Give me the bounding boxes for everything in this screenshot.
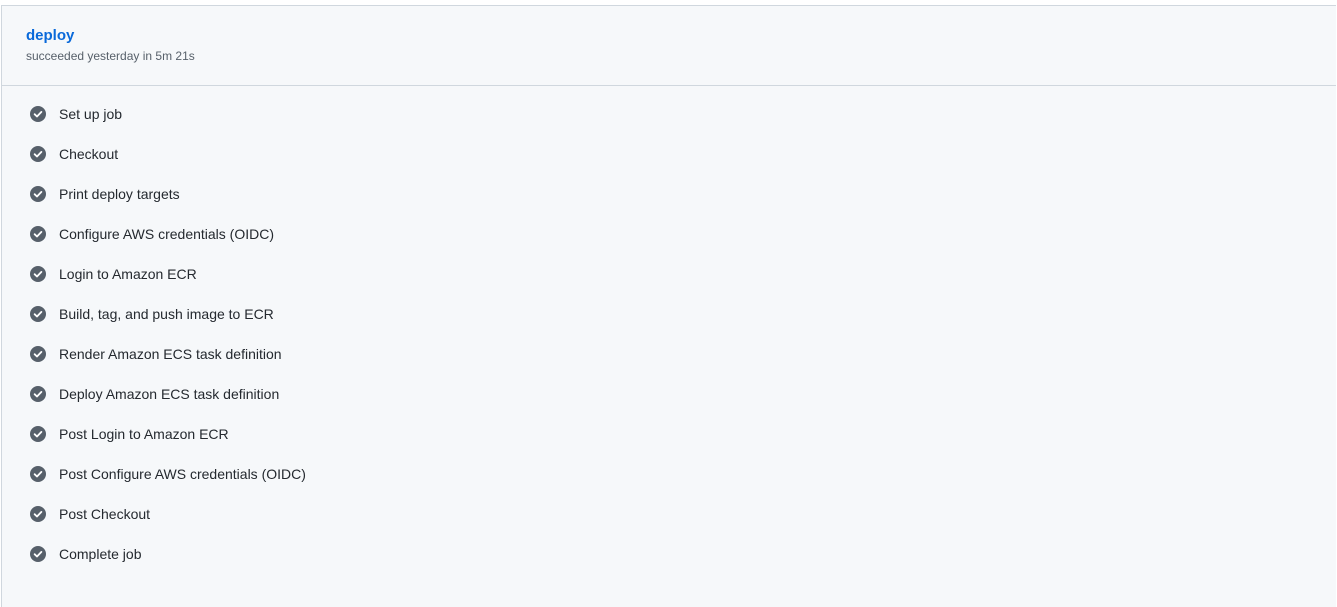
check-circle-icon [30,146,46,162]
job-panel: deploy succeeded yesterday in 5m 21s Set… [1,5,1336,607]
step-row[interactable]: Post Checkout [2,494,1336,534]
job-header: deploy succeeded yesterday in 5m 21s [2,6,1336,86]
check-circle-icon [30,266,46,282]
step-label: Render Amazon ECS task definition [59,346,282,362]
step-row[interactable]: Deploy Amazon ECS task definition [2,374,1336,414]
step-label: Set up job [59,106,123,122]
check-circle-icon [30,346,46,362]
step-row[interactable]: Set up job [2,94,1336,134]
step-label: Post Login to Amazon ECR [59,426,229,442]
job-title-link[interactable]: deploy [26,27,1336,45]
step-row[interactable]: Login to Amazon ECR [2,254,1336,294]
job-status-text: succeeded yesterday in 5m 21s [26,49,195,63]
check-circle-icon [30,106,46,122]
step-row[interactable]: Build, tag, and push image to ECR [2,294,1336,334]
step-label: Configure AWS credentials (OIDC) [59,226,274,242]
check-circle-icon [30,226,46,242]
step-label: Login to Amazon ECR [59,266,197,282]
steps-list: Set up job Checkout Print deploy targets Co… [2,86,1336,574]
step-label: Post Checkout [59,506,151,522]
check-circle-icon [30,546,46,562]
step-label: Print deploy targets [59,186,180,202]
check-circle-icon [30,306,46,322]
check-circle-icon [30,466,46,482]
check-circle-icon [30,186,46,202]
step-row[interactable]: Checkout [2,134,1336,174]
check-circle-icon [30,426,46,442]
step-row[interactable]: Complete job [2,534,1336,574]
step-label: Complete job [59,546,142,562]
step-row[interactable]: Print deploy targets [2,174,1336,214]
check-circle-icon [30,506,46,522]
check-circle-icon [30,386,46,402]
step-row[interactable]: Post Configure AWS credentials (OIDC) [2,454,1336,494]
step-row[interactable]: Post Login to Amazon ECR [2,414,1336,454]
step-label: Checkout [59,146,119,162]
step-label: Post Configure AWS credentials (OIDC) [59,466,306,482]
step-row[interactable]: Render Amazon ECS task definition [2,334,1336,374]
step-label: Deploy Amazon ECS task definition [59,386,280,402]
step-row[interactable]: Configure AWS credentials (OIDC) [2,214,1336,254]
step-label: Build, tag, and push image to ECR [59,306,274,322]
